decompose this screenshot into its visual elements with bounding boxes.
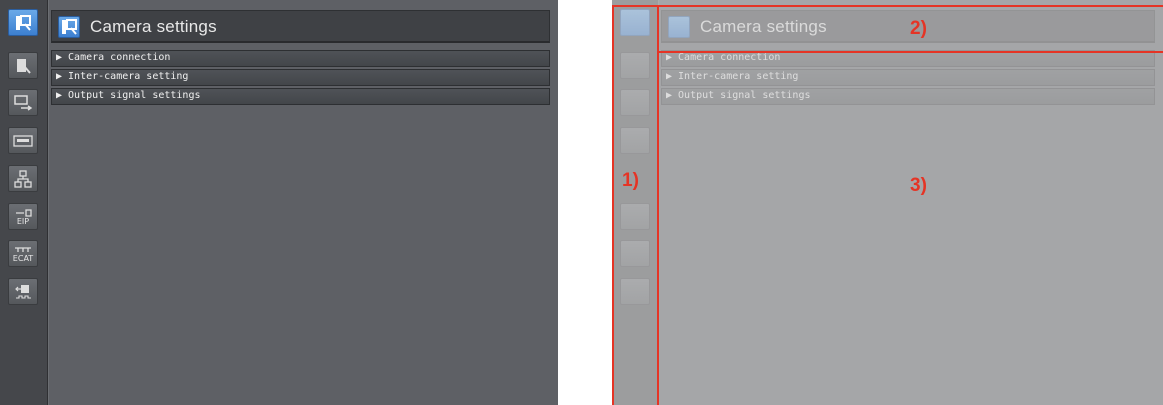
ecat-icon (15, 246, 31, 252)
keyboard-tool-button (620, 127, 650, 154)
left-toolbar: EIP ECAT (0, 0, 48, 405)
eip-tool-button[interactable]: EIP (8, 203, 38, 230)
io-signal-tool-button (620, 278, 650, 305)
data-transfer-tool-button (620, 89, 650, 116)
marker-3: 3) (910, 175, 927, 196)
section-label: ▶ Inter-camera setting (56, 71, 189, 82)
section-label: ▶ Inter-camera setting (666, 71, 799, 82)
section-label: ▶ Output signal settings (666, 90, 811, 101)
annotated-left-toolbar (612, 0, 660, 405)
annotated-section-camera-connection: ▶ Camera connection (661, 50, 1155, 67)
marker-1: 1) (622, 170, 639, 191)
network-icon (14, 169, 32, 188)
camera-settings-tool-button (620, 9, 650, 36)
section-output-signal-settings[interactable]: ▶ Output signal settings (51, 88, 550, 105)
section-label: ▶ Camera connection (56, 52, 171, 63)
camera-settings-window: EIP ECAT Camera settings ▶ Camera connec… (0, 0, 558, 405)
system-settings-tool-button[interactable] (8, 52, 38, 79)
camera-settings-tool-button[interactable] (8, 9, 38, 36)
annotated-camera-settings-window: Camera settings ▶ Camera connection ▶ In… (612, 0, 1163, 405)
eip-icon (16, 208, 32, 217)
settings-panel: Camera settings ▶ Camera connection ▶ In… (48, 0, 558, 405)
eip-label: EIP (16, 216, 30, 226)
ecat-label: ECAT (12, 253, 34, 263)
annotated-page-title: Camera settings (700, 17, 827, 36)
section-label: ▶ Output signal settings (56, 90, 201, 101)
camera-settings-icon (16, 14, 31, 31)
ecat-tool-button (620, 240, 650, 267)
camera-settings-header-icon (58, 16, 80, 38)
keyboard-tool-button[interactable] (8, 127, 38, 154)
system-settings-tool-button (620, 52, 650, 79)
keyboard-icon (13, 134, 33, 147)
io-signal-icon (15, 284, 31, 299)
camera-settings-header-icon (668, 16, 690, 38)
annotated-section-inter-camera-setting: ▶ Inter-camera setting (661, 69, 1155, 86)
section-label: ▶ Camera connection (666, 52, 781, 63)
annotated-settings-panel: Camera settings ▶ Camera connection ▶ In… (658, 0, 1163, 405)
network-tool-button[interactable] (8, 165, 38, 192)
data-transfer-icon (14, 94, 33, 111)
eip-tool-button (620, 203, 650, 230)
system-settings-icon (17, 58, 31, 74)
settings-header: Camera settings (51, 10, 550, 43)
data-transfer-tool-button[interactable] (8, 89, 38, 116)
annotated-section-output-signal-settings: ▶ Output signal settings (661, 88, 1155, 105)
marker-2: 2) (910, 18, 927, 39)
annotated-settings-header: Camera settings (661, 10, 1155, 43)
section-inter-camera-setting[interactable]: ▶ Inter-camera setting (51, 69, 550, 86)
ecat-tool-button[interactable]: ECAT (8, 240, 38, 267)
section-camera-connection[interactable]: ▶ Camera connection (51, 50, 550, 67)
page-title: Camera settings (90, 17, 217, 36)
io-signal-tool-button[interactable] (8, 278, 38, 305)
